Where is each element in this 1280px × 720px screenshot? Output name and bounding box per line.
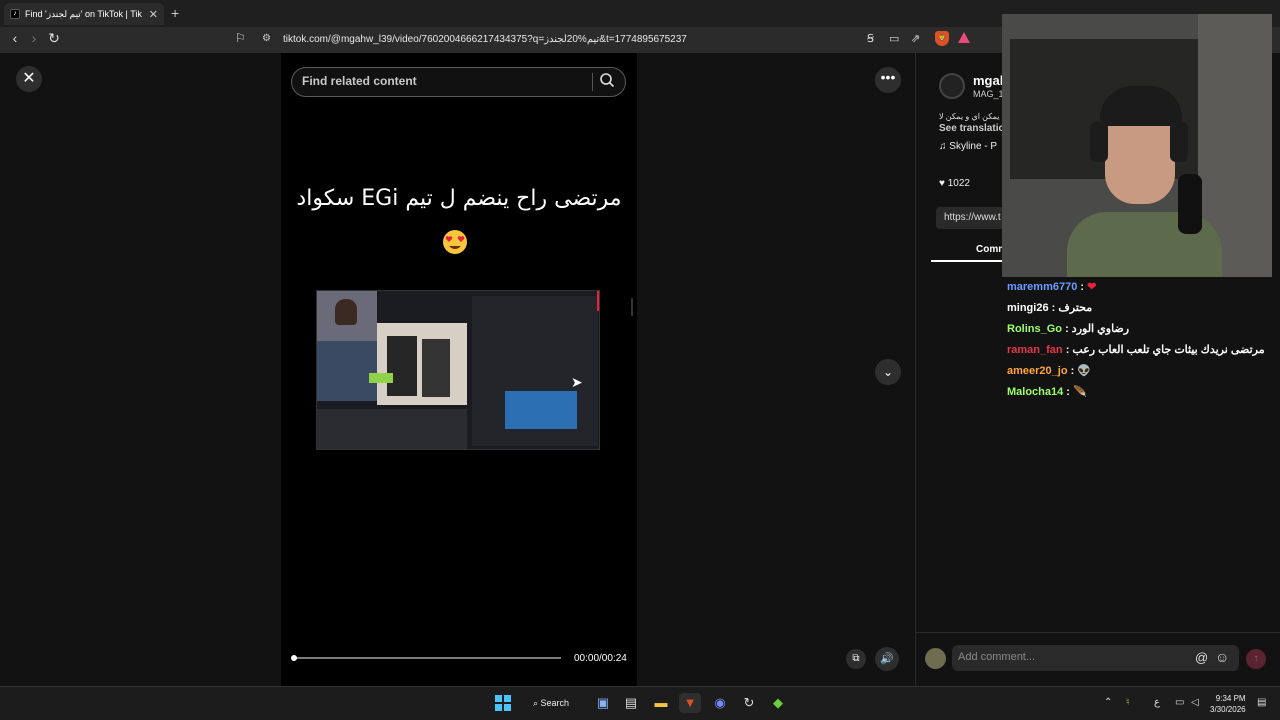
chat-line: Malocha14 : 🪶: [1007, 385, 1087, 398]
url-field[interactable]: tiktok.com/@mgahw_l39/video/760200466621…: [283, 34, 687, 45]
music-note-icon: ♫: [939, 141, 950, 152]
music-label[interactable]: ♫ Skyline - P: [939, 141, 997, 152]
cast-icon[interactable]: ▭: [889, 32, 899, 45]
divider: [915, 632, 1280, 633]
tray-overflow-icon[interactable]: ⌃: [1104, 697, 1112, 708]
chat-line: Rolins_Go : رضاوي الورد: [1007, 322, 1129, 335]
video-caption: مرتضى راح ينضم ل تيم EGi سكواد: [296, 186, 622, 211]
like-count: 1022: [947, 178, 970, 189]
tiktok-favicon-icon: ♪: [10, 9, 20, 19]
chat-separator: :: [1062, 344, 1073, 356]
emoji-icon[interactable]: ☺: [1215, 649, 1229, 665]
chat-line: raman_fan : مرتضى نريدك بيثات جاي تلعب ا…: [1007, 343, 1265, 356]
video-description: يمكن اي و يمكن لا: [939, 112, 1000, 121]
volume-icon[interactable]: ◁: [1191, 697, 1199, 708]
next-video-button[interactable]: ⌄: [875, 359, 901, 385]
reload-button[interactable]: ↻: [44, 30, 64, 47]
author-name[interactable]: mgal: [973, 73, 1003, 88]
chat-line: maremm6770 : ❤: [1007, 280, 1096, 293]
taskbar-search-label: Search: [540, 698, 570, 708]
music-title: Skyline - P: [949, 141, 998, 152]
progress-bar[interactable]: [293, 657, 561, 659]
chat-line: mingi26 : محترف: [1007, 301, 1092, 314]
mention-icon[interactable]: @: [1195, 650, 1208, 665]
video-frame: [316, 290, 600, 450]
author-avatar[interactable]: [939, 73, 965, 99]
chat-username: mingi26: [1007, 302, 1049, 314]
see-translation-link[interactable]: See translatio: [939, 123, 1005, 134]
chat-message: رضاوي الورد: [1071, 323, 1130, 335]
forward-button[interactable]: ›: [24, 30, 44, 46]
chat-separator: :: [1062, 323, 1072, 335]
discord-icon[interactable]: ◉: [709, 693, 731, 713]
author-nickname: MAG_1: [973, 89, 1004, 99]
heart-eyes-emoji-icon: [443, 230, 467, 254]
comment-input[interactable]: Add comment...: [958, 651, 1035, 663]
clock-time: 9:34 PM: [1215, 694, 1246, 703]
chat-username: Rolins_Go: [1007, 323, 1063, 335]
chat-separator: :: [1063, 386, 1074, 398]
mic-icon[interactable]: ♮: [1126, 697, 1130, 708]
chat-username: raman_fan: [1007, 344, 1063, 356]
new-tab-button[interactable]: +: [171, 5, 179, 21]
webcam-overlay: [1002, 14, 1272, 277]
store-icon[interactable]: ▣: [592, 693, 614, 713]
app-icon-2[interactable]: ↻: [738, 693, 760, 713]
my-avatar: [925, 648, 946, 669]
chat-message: 🪶: [1073, 386, 1087, 398]
copy-link-field[interactable]: https://www.t: [936, 207, 1006, 229]
search-icon[interactable]: [599, 72, 615, 88]
scroll-hint: [631, 298, 633, 316]
chat-message: مرتضى نريدك بيثات جاي تلعب العاب رعب: [1072, 344, 1265, 356]
chat-message: محترف: [1058, 302, 1093, 314]
share-icon[interactable]: ⇗: [911, 32, 920, 45]
search-input[interactable]: Find related content: [302, 74, 417, 88]
app-icon[interactable]: ▤: [620, 693, 642, 713]
minecraft-icon[interactable]: ◆: [767, 693, 789, 713]
volume-icon[interactable]: 🔊: [875, 647, 899, 671]
progress-thumb[interactable]: [291, 655, 297, 661]
close-button[interactable]: ✕: [16, 66, 42, 92]
clock[interactable]: 9:34 PM 3/30/2026: [1210, 693, 1246, 715]
post-button[interactable]: ↑: [1246, 649, 1266, 669]
back-button[interactable]: ‹: [5, 30, 25, 46]
tab-close-icon[interactable]: ✕: [149, 8, 158, 21]
search-icon: ⌕: [532, 698, 541, 708]
network-icon[interactable]: ▭: [1175, 697, 1184, 708]
chat-separator: :: [1048, 302, 1059, 314]
site-info-icon[interactable]: ⚙: [262, 33, 271, 44]
taskbar-search[interactable]: ⌕ Search: [528, 692, 574, 714]
chat-separator: :: [1077, 281, 1088, 293]
chat-message: ❤: [1087, 281, 1097, 293]
notifications-icon[interactable]: ▤: [1257, 697, 1266, 708]
search-divider: [592, 73, 593, 91]
file-explorer-icon[interactable]: ▬: [650, 693, 672, 713]
no-ai-icon[interactable]: Ꞩ: [867, 32, 874, 45]
tab-title: Find 'تيم لجندز' on TikTok | Tik: [25, 8, 142, 19]
brave-rewards-icon[interactable]: [958, 32, 970, 43]
brave-shield-icon[interactable]: 🦁: [935, 31, 949, 46]
chat-username: Malocha14: [1007, 386, 1064, 398]
browser-tab[interactable]: ♪ Find 'تيم لجندز' on TikTok | Tik ✕: [4, 3, 164, 25]
chat-username: maremm6770: [1007, 281, 1078, 293]
mini-player-icon[interactable]: ⧉: [846, 649, 866, 669]
like-button[interactable]: ♥ 1022: [939, 178, 970, 189]
active-tab-indicator: [931, 260, 1011, 262]
brave-browser-icon[interactable]: ▼: [679, 693, 701, 713]
more-options-button[interactable]: •••: [875, 67, 901, 93]
language-indicator[interactable]: ع: [1154, 697, 1160, 708]
chat-line: ameer20_jo : 👽: [1007, 364, 1091, 377]
clock-date: 3/30/2026: [1210, 705, 1246, 714]
chat-separator: :: [1067, 365, 1078, 377]
bookmark-icon[interactable]: ⚐: [235, 31, 246, 45]
mouse-cursor-icon: ➤: [571, 374, 583, 390]
chat-message: 👽: [1077, 365, 1092, 377]
time-label: 00:00/00:24: [574, 653, 627, 664]
chat-username: ameer20_jo: [1007, 365, 1068, 377]
windows-start-icon[interactable]: [492, 693, 514, 713]
heart-icon: ♥: [939, 178, 948, 189]
